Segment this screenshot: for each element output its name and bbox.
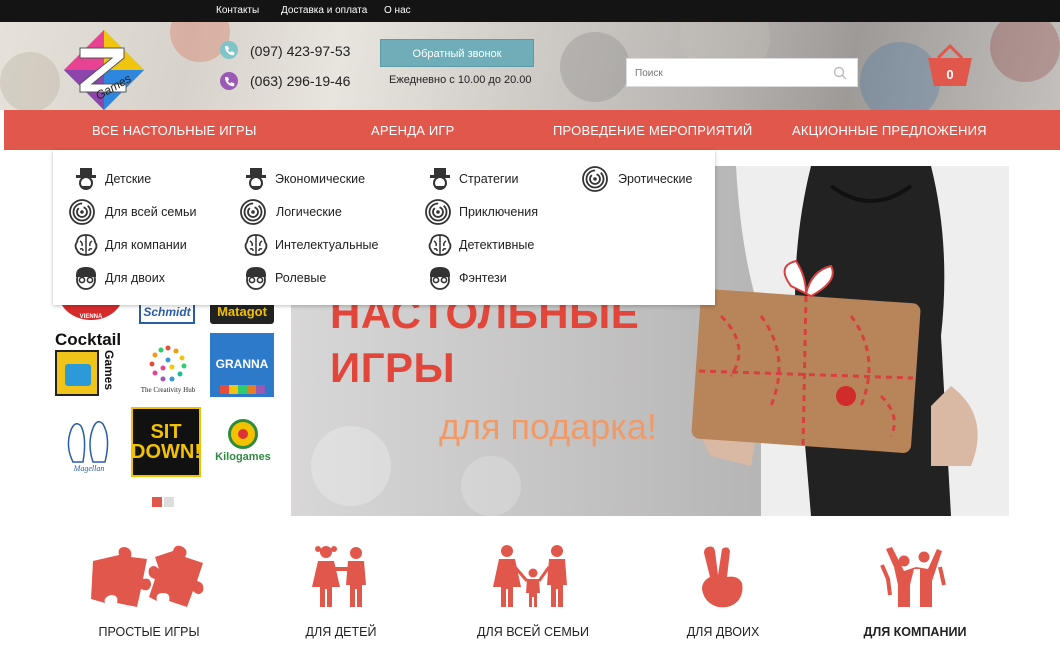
maze-icon: [69, 199, 95, 225]
banner-subtitle: для подарка!: [439, 406, 657, 447]
category-label: ДЛЯ ДВОИХ: [686, 625, 760, 639]
glasses-face-icon: [430, 267, 450, 290]
brand-logo-magellan[interactable]: Magellan: [55, 412, 123, 476]
family-icon: [493, 545, 567, 607]
delivery-link[interactable]: Доставка и оплата: [281, 5, 367, 16]
glasses-face-icon: [246, 267, 266, 290]
working-hours: Ежедневно с 10.00 до 20.00: [389, 74, 532, 86]
category-label: ДЛЯ КОМПАНИИ: [863, 625, 967, 639]
maze-icon: [582, 166, 608, 192]
category-label: ДЛЯ ВСЕЙ СЕМЬИ: [477, 625, 589, 639]
kids-icon: [312, 546, 366, 607]
victory-hand-icon: [702, 546, 743, 608]
viber-icon: [220, 72, 238, 90]
glasses-face-icon: [76, 267, 96, 290]
phone-icon: [220, 41, 238, 59]
search-box: [626, 58, 858, 87]
search-icon[interactable]: [833, 66, 847, 80]
brain-icon: [428, 234, 452, 256]
main-nav: ВСЕ НАСТОЛЬНЫЕ ИГРЫ АРЕНДА ИГР ПРОВЕДЕНИ…: [4, 110, 1060, 150]
category-for-family[interactable]: ДЛЯ ВСЕЙ СЕМЬИ: [453, 545, 613, 645]
brand-logo-kilogames[interactable]: Kilogames: [209, 415, 277, 467]
category-label: ДЛЯ ДЕТЕЙ: [305, 625, 377, 639]
category-for-kids[interactable]: ДЛЯ ДЕТЕЙ: [261, 545, 421, 645]
maze-icon: [240, 199, 266, 225]
carousel-dots: [152, 494, 176, 512]
brain-icon: [74, 234, 98, 256]
site-logo[interactable]: Games: [62, 28, 146, 112]
brand-logo-cocktail-games[interactable]: Cocktail Games: [55, 330, 123, 400]
cart-count: 0: [946, 67, 954, 82]
brand-logo-sit-down[interactable]: SIT DOWN!: [131, 407, 201, 477]
banner-title-line2: ИГРЫ: [330, 344, 456, 391]
brain-icon: [244, 234, 268, 256]
about-link[interactable]: О нас: [384, 5, 411, 16]
carousel-dot-active[interactable]: [152, 497, 162, 507]
carousel-dot[interactable]: [164, 497, 174, 507]
top-bar: Контакты Доставка и оплата О нас: [0, 0, 1060, 22]
contacts-link[interactable]: Контакты: [216, 5, 259, 16]
svg-text:VIENNA: VIENNA: [80, 314, 103, 320]
maze-icon: [425, 199, 451, 225]
gentleman-icon: [430, 168, 450, 190]
puzzle-icon: [91, 545, 204, 607]
cart-button[interactable]: 0: [926, 44, 974, 88]
category-label: ПРОСТЫЕ ИГРЫ: [98, 625, 200, 639]
category-for-company[interactable]: ДЛЯ КОМПАНИИ: [835, 545, 995, 645]
nav-promotions[interactable]: АКЦИОННЫЕ ПРЕДЛОЖЕНИЯ: [792, 123, 987, 138]
callback-button[interactable]: Обратный звонок: [380, 39, 534, 67]
brand-logo-granna[interactable]: GRANNA: [210, 333, 274, 397]
category-for-two[interactable]: ДЛЯ ДВОИХ: [643, 545, 803, 645]
phone-number-kyivstar[interactable]: (097) 423-97-53: [250, 43, 350, 59]
gentleman-icon: [76, 168, 96, 190]
search-input[interactable]: [635, 65, 825, 81]
nav-events[interactable]: ПРОВЕДЕНИЕ МЕРОПРИЯТИЙ: [553, 123, 752, 138]
phone-number-life[interactable]: (063) 296-19-46: [250, 73, 350, 89]
brand-logo-creativity-hub[interactable]: The Creativity Hub: [133, 336, 203, 400]
category-simple-games[interactable]: ПРОСТЫЕ ИГРЫ: [69, 545, 229, 645]
gentleman-icon: [246, 168, 266, 190]
nav-game-rental[interactable]: АРЕНДА ИГР: [371, 123, 455, 138]
nav-all-games[interactable]: ВСЕ НАСТОЛЬНЫЕ ИГРЫ: [92, 123, 257, 138]
brands-carousel: VIENNA Schmidt Matagot Cocktail Games Th…: [53, 290, 283, 512]
crowd-icon: [880, 547, 946, 607]
games-dropdown-menu: Детские Для всей семьи Для компании Для …: [53, 150, 715, 305]
